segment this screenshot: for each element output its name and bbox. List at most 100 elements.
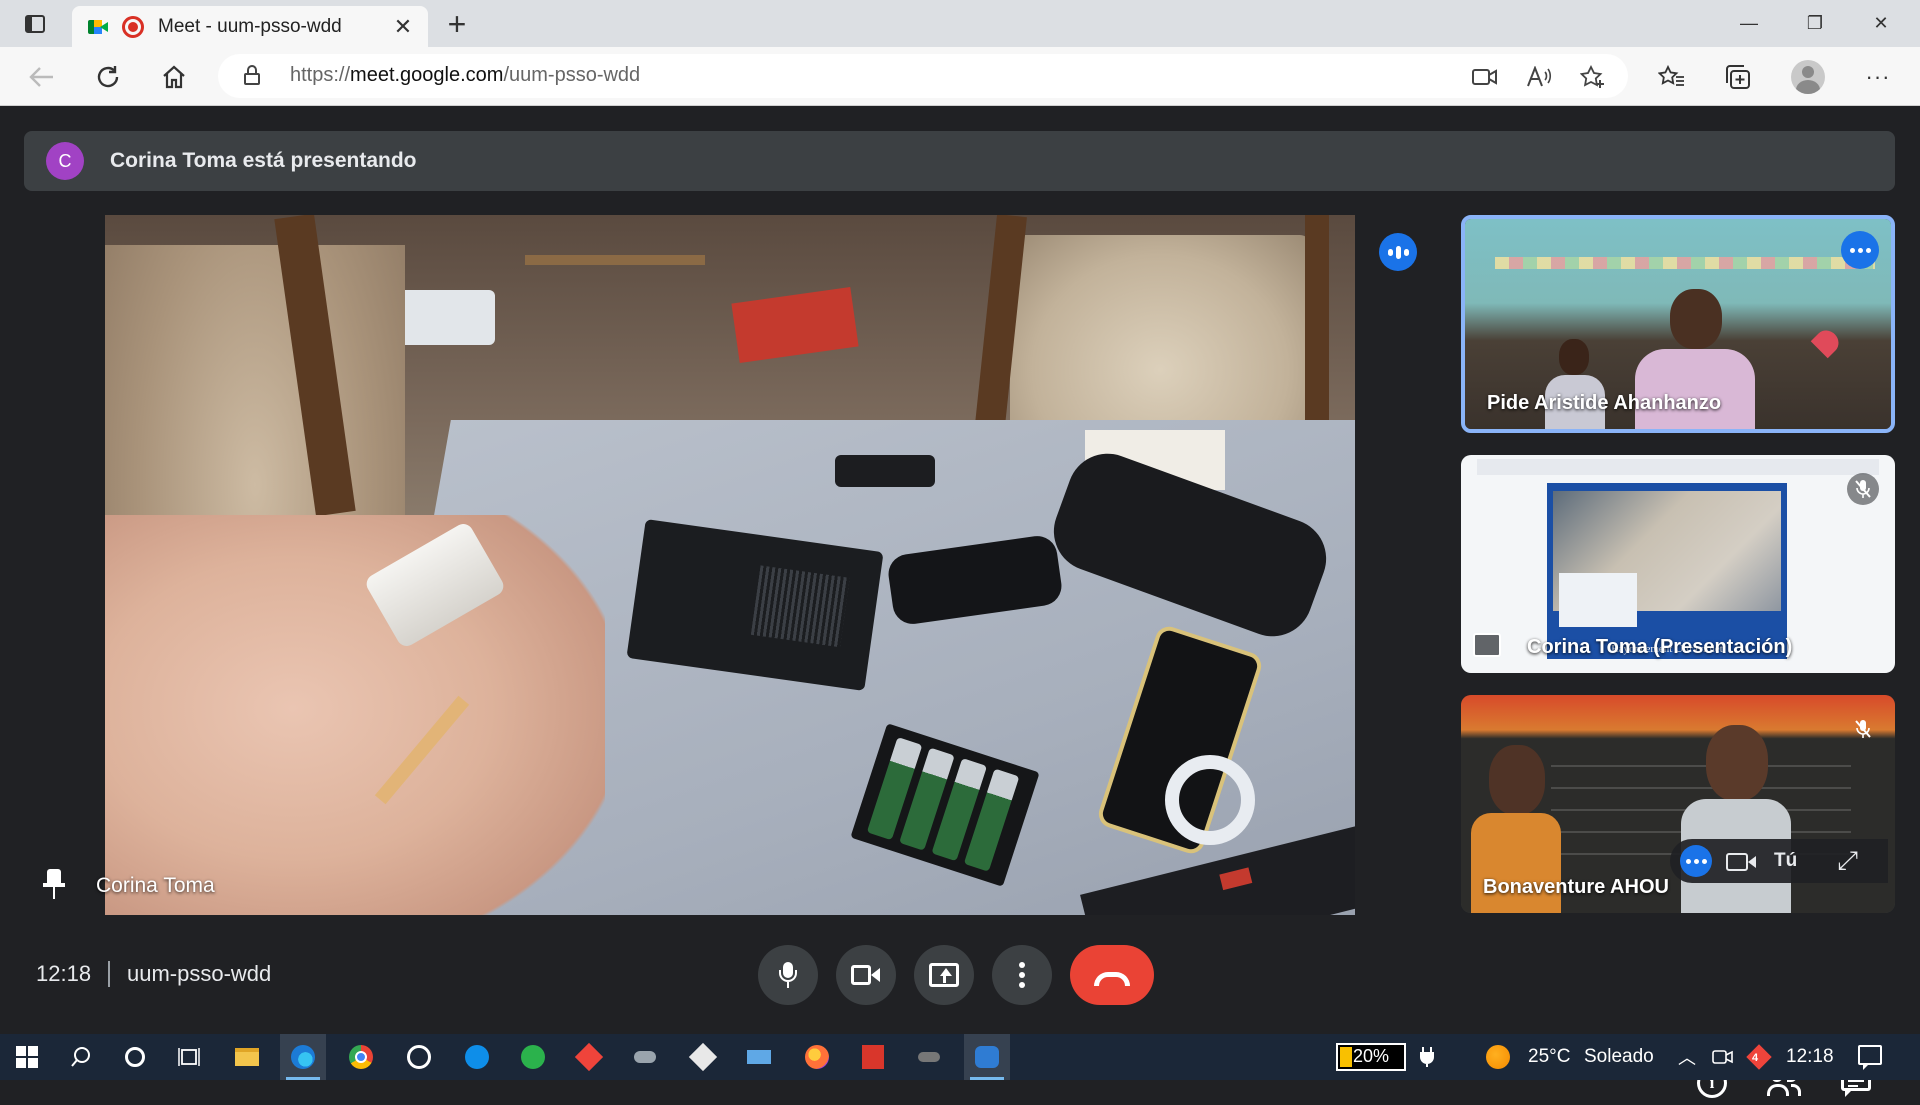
whatsapp-icon xyxy=(407,1045,431,1069)
microphone-button[interactable] xyxy=(758,945,818,1005)
shared-slide: Rayonnement Ultraviolet xyxy=(1547,483,1787,659)
taskbar-clock[interactable]: 12:18 xyxy=(1786,1046,1834,1068)
camera-icon[interactable] xyxy=(1726,850,1756,872)
collections-button[interactable] xyxy=(1718,57,1758,97)
file-explorer-button[interactable] xyxy=(224,1034,270,1080)
participant-tile-3[interactable]: Bonaventure AHOU Tú ⤢ xyxy=(1461,695,1895,913)
muted-mic-icon xyxy=(1847,713,1879,745)
task-view-icon xyxy=(178,1048,200,1066)
app2-taskbar-button[interactable] xyxy=(622,1034,668,1080)
app6-taskbar-button[interactable] xyxy=(964,1034,1010,1080)
cloud-app-icon xyxy=(975,1046,999,1068)
home-icon xyxy=(163,65,185,89)
green-app-icon xyxy=(521,1045,545,1069)
add-favorite-icon[interactable] xyxy=(1578,63,1608,91)
avatar xyxy=(1791,60,1825,94)
cortana-button[interactable] xyxy=(112,1034,158,1080)
close-tab-icon[interactable]: ✕ xyxy=(388,12,418,42)
pin-icon[interactable] xyxy=(42,869,66,901)
self-label: Tú xyxy=(1774,850,1798,871)
back-button[interactable] xyxy=(22,57,62,97)
self-options-icon[interactable] xyxy=(1680,845,1712,877)
teamviewer-taskbar-button[interactable] xyxy=(454,1034,500,1080)
app-icon xyxy=(688,1042,718,1072)
app3-taskbar-button[interactable] xyxy=(680,1034,726,1080)
windows-logo-icon xyxy=(16,1046,38,1068)
refresh-button[interactable] xyxy=(88,57,128,97)
temperature[interactable]: 25°C xyxy=(1528,1046,1570,1068)
read-aloud-icon[interactable] xyxy=(1524,63,1554,91)
more-vert-icon xyxy=(1019,962,1025,988)
start-button[interactable] xyxy=(4,1034,50,1080)
anydesk-taskbar-button[interactable] xyxy=(566,1034,612,1080)
app5-taskbar-button[interactable] xyxy=(906,1034,952,1080)
app-icon xyxy=(634,1051,656,1063)
leave-call-button[interactable] xyxy=(1070,945,1154,1005)
recording-icon xyxy=(122,15,144,38)
whatsapp-taskbar-button[interactable] xyxy=(396,1034,442,1080)
action-center-icon[interactable] xyxy=(1858,1045,1882,1070)
favorites-button[interactable] xyxy=(1652,57,1692,97)
profile-button[interactable] xyxy=(1788,57,1828,97)
new-tab-button[interactable]: + xyxy=(440,6,474,42)
task-view-button[interactable] xyxy=(166,1034,212,1080)
settings-more-icon[interactable]: ··· xyxy=(1858,57,1898,97)
tab-strip: Meet - uum-psso-wdd ✕ + — ❐ ✕ xyxy=(0,0,1920,47)
edge-taskbar-button[interactable] xyxy=(280,1034,326,1080)
app-icon xyxy=(918,1052,940,1062)
presentation-icon xyxy=(1473,633,1501,657)
home-button[interactable] xyxy=(154,57,194,97)
power-plug-icon xyxy=(1404,1034,1450,1080)
back-arrow-icon xyxy=(29,67,53,87)
participant-options-icon[interactable] xyxy=(1841,231,1879,269)
present-screen-icon xyxy=(929,963,959,987)
firefox-taskbar-button[interactable] xyxy=(794,1034,840,1080)
app-taskbar-button[interactable] xyxy=(510,1034,556,1080)
address-bar[interactable]: https://meet.google.com/uum-psso-wdd xyxy=(218,54,1628,98)
app4-taskbar-button[interactable] xyxy=(736,1034,782,1080)
meeting-code: uum-psso-wdd xyxy=(127,961,272,986)
participant-name: Pide Aristide Ahanhanzo xyxy=(1487,392,1722,414)
cortana-icon xyxy=(125,1047,145,1067)
restore-button[interactable]: ❐ xyxy=(1782,0,1848,47)
browser-toolbar: https://meet.google.com/uum-psso-wdd ··· xyxy=(0,47,1920,106)
self-view-controls: Tú ⤢ xyxy=(1670,839,1888,883)
app-notification-tray-icon[interactable]: 4 xyxy=(1736,1034,1782,1080)
weather-description[interactable]: Soleado xyxy=(1584,1046,1654,1068)
participant-tile-1[interactable]: Pide Aristide Ahanhanzo xyxy=(1461,215,1895,433)
scanner-icon xyxy=(747,1050,771,1064)
participant-name: Corina Toma (Presentación) xyxy=(1527,636,1793,658)
minimize-button[interactable]: — xyxy=(1716,0,1782,47)
expand-icon[interactable]: ⤢ xyxy=(1837,845,1858,877)
video-camera-icon xyxy=(851,965,881,985)
collections-icon xyxy=(1726,65,1750,89)
anydesk-icon xyxy=(574,1042,604,1072)
favorites-icon xyxy=(1658,65,1684,86)
pdf-icon xyxy=(862,1045,884,1069)
tray-badge-count: 4 xyxy=(1752,1052,1759,1064)
url-text: https://meet.google.com/uum-psso-wdd xyxy=(290,64,641,86)
browser-tab-meet[interactable]: Meet - uum-psso-wdd ✕ xyxy=(72,6,428,47)
meet-app: C Corina Toma está presentando Corina To… xyxy=(0,107,1920,1098)
presenting-text: Corina Toma está presentando xyxy=(110,149,417,172)
tab-actions-button[interactable] xyxy=(18,10,52,38)
chrome-taskbar-button[interactable] xyxy=(338,1034,384,1080)
google-meet-icon xyxy=(88,18,110,36)
close-window-button[interactable]: ✕ xyxy=(1848,0,1914,47)
camera-button[interactable] xyxy=(836,945,896,1005)
refresh-icon xyxy=(97,66,119,88)
chrome-icon xyxy=(349,1045,373,1069)
presenter-avatar: C xyxy=(46,142,84,180)
camera-permission-icon[interactable] xyxy=(1470,63,1500,91)
teamviewer-icon xyxy=(465,1045,489,1069)
participant-tile-2[interactable]: Rayonnement Ultraviolet Corina Toma (Pre… xyxy=(1461,455,1895,673)
pdf-jpg-taskbar-button[interactable] xyxy=(850,1034,896,1080)
more-options-button[interactable] xyxy=(992,945,1052,1005)
search-button[interactable] xyxy=(58,1034,104,1080)
main-video[interactable] xyxy=(105,215,1355,915)
divider xyxy=(108,961,110,987)
present-now-button[interactable] xyxy=(914,945,974,1005)
sun-weather-icon xyxy=(1486,1045,1510,1069)
battery-indicator[interactable]: 20% xyxy=(1336,1043,1406,1071)
tab-actions-icon xyxy=(25,15,45,33)
